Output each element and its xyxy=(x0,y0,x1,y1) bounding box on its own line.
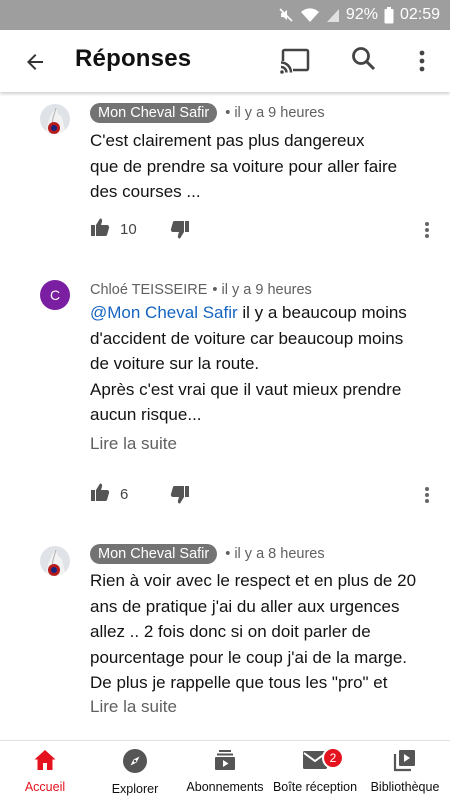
like-count: 10 xyxy=(120,220,137,238)
comment-time: il y a 8 heures xyxy=(234,546,325,562)
nav-library[interactable]: Bibliothèque xyxy=(360,741,450,801)
nav-label: Explorer xyxy=(111,782,159,796)
app-bar: Réponses xyxy=(0,30,450,92)
like-icon[interactable] xyxy=(90,217,110,242)
like-count: 6 xyxy=(120,485,129,503)
comment-text: @Mon Cheval Safir il y a beaucoup moins … xyxy=(90,303,407,424)
replies-list: Mon Cheval Safir • il y a 9 heures C'est… xyxy=(0,92,450,740)
avatar[interactable] xyxy=(40,546,70,576)
back-arrow-icon[interactable] xyxy=(20,47,50,77)
nav-home[interactable]: Accueil xyxy=(0,741,90,801)
comment-actions: 10 xyxy=(90,217,189,242)
comment-time: il y a 9 heures xyxy=(221,282,312,298)
nav-label: Bibliothèque xyxy=(370,780,440,794)
clock: 02:59 xyxy=(399,6,440,23)
comment-meta: Chloé TEISSEIRE • il y a 9 heures xyxy=(90,282,312,298)
comment-text: C'est clairement pas plus dangereux que … xyxy=(90,131,398,201)
author-name[interactable]: Mon Cheval Safir xyxy=(90,544,218,564)
battery-icon xyxy=(384,6,394,24)
compass-icon xyxy=(122,748,148,779)
library-icon xyxy=(393,748,417,777)
cast-icon[interactable] xyxy=(279,47,311,75)
nav-label: Accueil xyxy=(24,780,66,794)
meta-separator: • xyxy=(212,282,222,298)
meta-separator: • xyxy=(225,546,235,562)
nav-label: Boîte réception xyxy=(272,780,358,794)
comment-meta: Mon Cheval Safir • il y a 9 heures xyxy=(90,103,325,123)
search-icon[interactable] xyxy=(350,45,380,75)
signal-icon xyxy=(326,7,340,23)
subscriptions-icon xyxy=(213,748,237,777)
bottom-navigation: Accueil Explorer Abonnements 2 Boîte réc… xyxy=(0,740,450,801)
like-icon[interactable] xyxy=(90,482,110,507)
nav-inbox[interactable]: 2 Boîte réception xyxy=(270,741,360,801)
read-more-link[interactable]: Lire la suite xyxy=(90,697,177,717)
meta-separator: • xyxy=(225,105,235,121)
comment-actions: 6 xyxy=(90,482,189,507)
avatar[interactable] xyxy=(40,104,70,134)
nav-explore[interactable]: Explorer xyxy=(90,741,180,801)
page-title: Réponses xyxy=(75,45,192,72)
wifi-icon xyxy=(300,7,320,23)
comment-meta: Mon Cheval Safir • il y a 8 heures xyxy=(90,544,325,564)
comment-time: il y a 9 heures xyxy=(234,105,325,121)
read-more-link[interactable]: Lire la suite xyxy=(90,434,177,454)
mention-link[interactable]: @Mon Cheval Safir xyxy=(90,303,238,322)
mute-icon xyxy=(278,7,294,23)
more-options-icon[interactable] xyxy=(410,47,434,75)
comment-more-icon[interactable] xyxy=(420,483,434,507)
author-name[interactable]: Mon Cheval Safir xyxy=(90,103,218,123)
dislike-icon[interactable] xyxy=(170,220,190,245)
nav-label: Abonnements xyxy=(186,780,264,794)
author-name[interactable]: Chloé TEISSEIRE xyxy=(90,282,207,298)
dislike-icon[interactable] xyxy=(170,485,190,510)
comment-more-icon[interactable] xyxy=(420,218,434,242)
comment-text: Rien à voir avec le respect et en plus d… xyxy=(90,571,417,692)
avatar[interactable]: C xyxy=(40,280,70,310)
nav-subscriptions[interactable]: Abonnements xyxy=(180,741,270,801)
battery-percent: 92% xyxy=(345,6,378,23)
status-bar: 92% 02:59 xyxy=(0,0,450,30)
notification-badge: 2 xyxy=(322,747,344,769)
home-icon xyxy=(33,748,57,777)
